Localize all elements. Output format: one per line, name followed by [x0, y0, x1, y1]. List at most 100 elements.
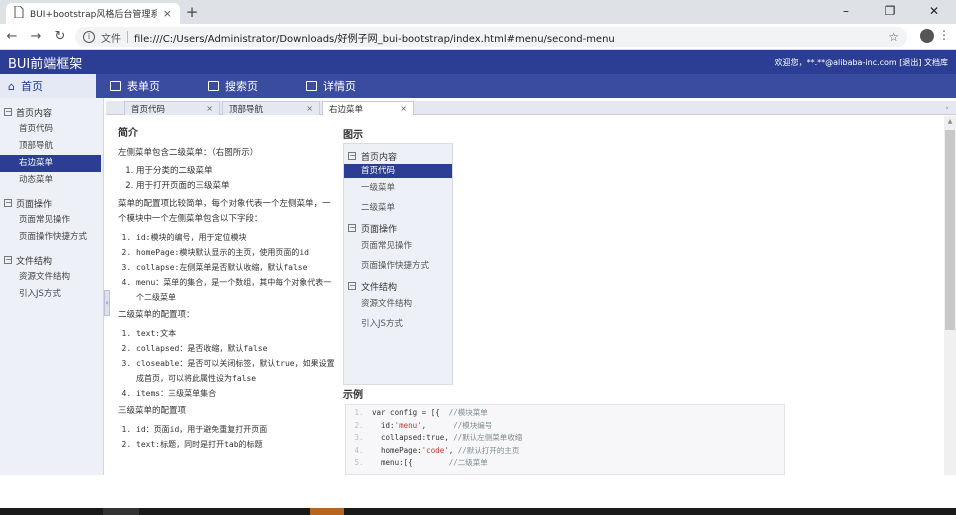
demo-item-level1[interactable]: 一级菜单: [344, 178, 452, 198]
reload-icon[interactable]: ↻: [48, 29, 72, 44]
line-number: 3.: [354, 433, 364, 442]
tab-right-menu[interactable]: 右边菜单 ×: [322, 101, 414, 115]
url-scheme-label: 文件: [101, 33, 121, 45]
code-text: homePage:: [372, 445, 422, 455]
menu-kebab-icon[interactable]: ⋮: [938, 28, 950, 42]
list-item: items：三级菜单集合: [136, 386, 338, 401]
scrollbar-thumb[interactable]: [945, 130, 955, 330]
tab-home-code[interactable]: 首页代码 ×: [124, 101, 220, 115]
demo-group-title: 文件结构: [361, 282, 398, 293]
intro-list-4: id：页面id，用于避免重复打开页面 text:标题，同时是打开tab的标题: [118, 422, 338, 452]
intro-section: 简介 左侧菜单包含二级菜单：（右图所示） 用于分类的二级菜单 用于打开页面的三级…: [118, 126, 338, 455]
user-info[interactable]: 欢迎您，**.**@alibaba-inc.com [退出] 文档库: [775, 57, 948, 68]
vertical-scrollbar[interactable]: ▲: [944, 116, 956, 475]
omnibox[interactable]: i 文件 file:///C:/Users/Administrator/Down…: [75, 27, 907, 47]
url-text[interactable]: file:///C:/Users/Administrator/Downloads…: [134, 30, 882, 45]
sidebar-item-top-nav[interactable]: 顶部导航: [0, 138, 103, 155]
code-line: 4. homePage:'code', //默认打开的主页: [346, 445, 784, 458]
close-icon[interactable]: ×: [400, 104, 407, 113]
line-number: 4.: [354, 445, 364, 455]
line-number: 5.: [354, 458, 364, 467]
close-tab-icon[interactable]: ×: [163, 7, 172, 20]
new-tab-button[interactable]: +: [183, 3, 201, 21]
tab-label: 右边菜单: [329, 104, 364, 115]
browser-tab-strip: BUI+bootstrap风格后台管理系统 × + – ❐ ✕: [0, 0, 956, 24]
sidebar-item-right-menu[interactable]: 右边菜单: [0, 155, 101, 172]
minimize-icon[interactable]: –: [824, 0, 868, 24]
sidebar-item-js-import[interactable]: 引入JS方式: [0, 286, 103, 303]
list-item: menu：菜单的集合，是一个数组，其中每个对象代表一个二级菜单: [136, 275, 338, 305]
menu-search[interactable]: 搜索页: [200, 74, 298, 98]
menu-form[interactable]: 表单页: [102, 74, 200, 98]
demo-item-common-ops[interactable]: 页面常见操作: [344, 236, 452, 256]
form-icon: [110, 81, 121, 91]
maximize-icon[interactable]: ❐: [868, 0, 912, 24]
demo-item-shortcuts[interactable]: 页面操作快捷方式: [344, 256, 452, 276]
intro-list-3: text:文本 collapsed：是否收缩，默认false closeable…: [118, 326, 338, 401]
sidebar-item-resource-files[interactable]: 资源文件结构: [0, 269, 103, 286]
menu-detail-label: 详情页: [323, 80, 356, 93]
sidebar-group-file-structure[interactable]: − 文件结构: [0, 251, 103, 269]
page-tab-strip: 首页代码 × 顶部导航 × 右边菜单 ×: [106, 101, 956, 115]
sidebar-item-home-code[interactable]: 首页代码: [0, 121, 103, 138]
demo-item-resource-files[interactable]: 资源文件结构: [344, 294, 452, 314]
tab-scroll-right-icon[interactable]: ›: [942, 102, 952, 114]
account-icon[interactable]: [920, 29, 934, 43]
sidebar-item-common-ops[interactable]: 页面常见操作: [0, 212, 103, 229]
forward-icon[interactable]: →: [24, 29, 48, 44]
tab-top-nav[interactable]: 顶部导航 ×: [222, 101, 320, 115]
menu-detail[interactable]: 详情页: [298, 74, 396, 98]
taskbar-app[interactable]: [310, 508, 344, 515]
close-window-icon[interactable]: ✕: [912, 0, 956, 24]
list-item: text:文本: [136, 326, 338, 341]
demo-group-home[interactable]: − 首页内容: [344, 148, 452, 164]
line-number: 2.: [354, 420, 364, 430]
sidebar-group-page-ops[interactable]: − 页面操作: [0, 194, 103, 212]
list-item: homePage:模块默认显示的主页，使用页面的id: [136, 245, 338, 260]
menu-home[interactable]: ⌂ 首页: [0, 74, 96, 98]
demo-item-level2[interactable]: 二级菜单: [344, 198, 452, 218]
intro-paragraph: 左侧菜单包含二级菜单：（右图所示）: [118, 148, 259, 158]
search-page-icon: [208, 81, 219, 91]
demo-group-page-ops[interactable]: − 页面操作: [344, 220, 452, 236]
sidebar-item-shortcuts[interactable]: 页面操作快捷方式: [0, 229, 103, 246]
close-icon[interactable]: ×: [206, 104, 213, 113]
menu-form-label: 表单页: [127, 80, 160, 93]
demo-item-home-code[interactable]: 首页代码: [344, 164, 452, 178]
figure-section: 图示 − 首页内容 首页代码 一级菜单 二级菜单 − 页面操作 页面常见操作 页…: [343, 126, 453, 385]
browser-tab-title: BUI+bootstrap风格后台管理系统: [30, 10, 157, 20]
collapse-icon: −: [4, 107, 12, 116]
demo-group-file-structure[interactable]: − 文件结构: [344, 278, 452, 294]
brand-title: BUI前端框架: [8, 56, 83, 72]
code-text: id:: [372, 420, 395, 430]
detail-icon: [306, 81, 317, 91]
code-text: ,: [448, 445, 458, 455]
code-block: 1. var config = [{ //模块菜单 2. id:'menu', …: [345, 404, 785, 475]
line-number: 1.: [354, 408, 364, 417]
sidebar-item-dynamic-menu[interactable]: 动态菜单: [0, 172, 103, 189]
figure-title: 图示: [343, 130, 363, 141]
app-header: BUI前端框架 欢迎您，**.**@alibaba-inc.com [退出] 文…: [0, 50, 956, 74]
code-line: 5. menu:[{ //二级菜单: [346, 457, 784, 470]
menu-search-label: 搜索页: [225, 80, 258, 93]
list-item: collapse:左侧菜单是否默认收缩，默认false: [136, 260, 338, 275]
code-comment: //模块菜单: [448, 408, 488, 417]
collapse-icon: −: [4, 198, 12, 207]
sidebar-group-home[interactable]: − 首页内容: [0, 103, 103, 121]
sidebar-group-title: 文件结构: [16, 256, 53, 267]
info-icon[interactable]: i: [83, 31, 95, 43]
collapse-icon: −: [348, 151, 356, 160]
back-icon[interactable]: ←: [0, 29, 24, 44]
menu-home-label: 首页: [20, 80, 43, 93]
bookmark-star-icon[interactable]: ☆: [888, 30, 899, 44]
taskbar-app[interactable]: [103, 508, 139, 515]
os-taskbar: [0, 508, 956, 515]
demo-menu: − 首页内容 首页代码 一级菜单 二级菜单 − 页面操作 页面常见操作 页面操作…: [343, 143, 453, 385]
scroll-up-icon[interactable]: ▲: [944, 116, 956, 128]
code-comment: //二级菜单: [448, 458, 488, 467]
demo-item-js-import[interactable]: 引入JS方式: [344, 314, 452, 334]
close-icon[interactable]: ×: [306, 104, 313, 113]
intro-paragraph: 菜单的配置项比较简单，每个对象代表一个左侧菜单，一个模块中一个左侧菜单包含以下字…: [118, 199, 331, 224]
collapse-icon: −: [4, 255, 12, 264]
browser-tab[interactable]: BUI+bootstrap风格后台管理系统 ×: [6, 3, 180, 24]
